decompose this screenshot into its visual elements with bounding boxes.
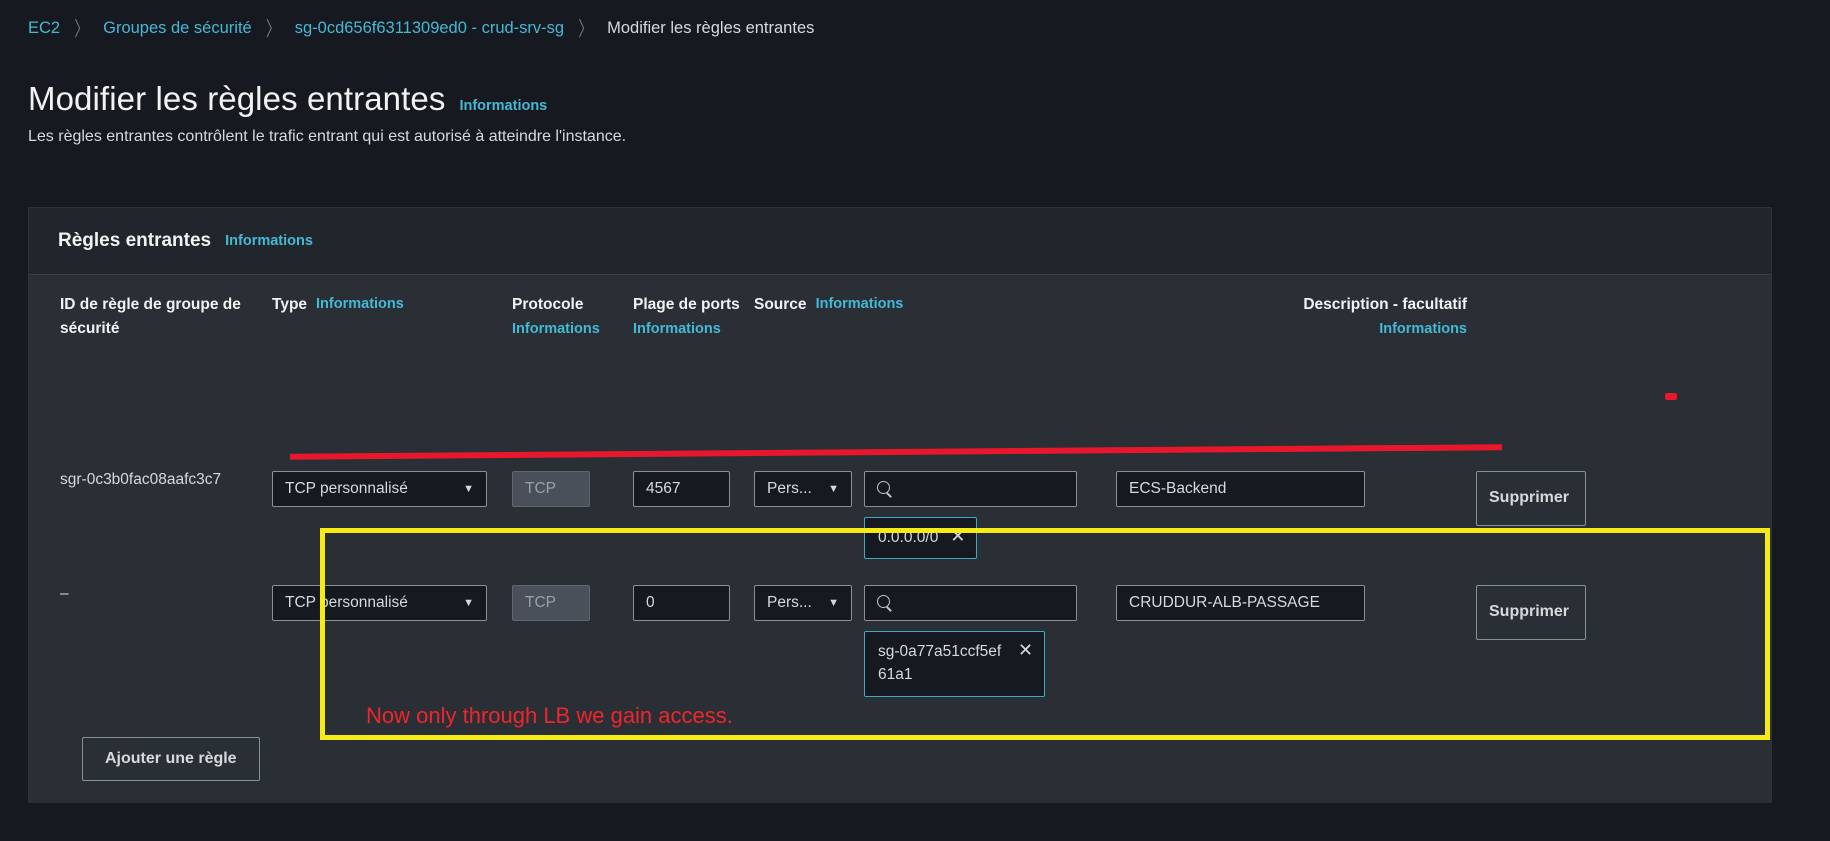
chevron-right-icon: 〉 [578,18,594,42]
panel-info-link[interactable]: Informations [225,233,313,249]
column-header-rule-id: ID de règle de groupe de sécurité [60,296,241,338]
chevron-down-icon: ▼ [828,597,839,609]
source-token-label: sg-0a77a51ccf5ef61a1 [878,643,1002,684]
column-header-source: Source Informations [754,293,1116,341]
breadcrumb-item-current: Modifier les règles entrantes [607,19,815,37]
page-info-link[interactable]: Informations [459,98,547,114]
type-select[interactable]: TCP personnalisé ▼ [272,585,487,621]
delete-cell: Supprimer [1476,585,1591,697]
rules-table: ID de règle de groupe de sécurité Type I… [29,275,1771,803]
table-row: sgr-0c3b0fac08aafc3c7 TCP personnalisé ▼… [29,471,1591,560]
chevron-down-icon: ▼ [463,483,474,495]
type-select[interactable]: TCP personnalisé ▼ [272,471,487,507]
search-icon [877,594,894,612]
type-select-value: TCP personnalisé [285,594,408,611]
source-search-input[interactable] [864,585,1077,621]
note-annotation: Now only through LB we gain access. [366,703,733,728]
page-title: Modifier les règles entrantes [28,80,446,117]
chevron-right-icon: 〉 [74,18,90,42]
page-subtitle: Les règles entrantes contrôlent le trafi… [28,128,627,145]
column-header-description-label: Description - facultatif [1303,296,1467,313]
source-type-value: Pers... [767,480,812,497]
inbound-rules-panel: Règles entrantes Informations ID de règl… [28,207,1772,803]
source-token[interactable]: sg-0a77a51ccf5ef61a1 ✕ [864,631,1046,697]
red-mark-annotation [1665,393,1677,400]
chevron-down-icon: ▼ [828,483,839,495]
page-root: EC2 〉 Groupes de sécurité 〉 sg-0cd656f63… [0,0,1830,841]
table-header-row: ID de règle de groupe de sécurité Type I… [29,275,1771,341]
type-select-value: TCP personnalisé [285,480,408,497]
source-token-label: 0.0.0.0/0 [878,529,939,546]
port-range-input[interactable]: 4567 [633,471,730,507]
rule-id-value: – [60,585,69,602]
type-cell: TCP personnalisé ▼ [272,471,512,559]
description-cell: CRUDDUR-ALB-PASSAGE [1116,585,1476,697]
source-type-value: Pers... [767,594,812,611]
chevron-right-icon: 〉 [265,18,281,42]
port-range-cell: 0 [633,585,754,697]
chevron-down-icon: ▼ [463,597,474,609]
panel-header: Règles entrantes Informations [29,208,1771,275]
delete-rule-button[interactable]: Supprimer [1476,585,1586,640]
column-header-type-label: Type [272,296,308,313]
protocol-cell: TCP [512,471,633,559]
breadcrumb: EC2 〉 Groupes de sécurité 〉 sg-0cd656f63… [28,18,815,41]
description-info-link[interactable]: Informations [1379,321,1467,337]
rule-id-value: sgr-0c3b0fac08aafc3c7 [60,471,222,488]
source-type-select[interactable]: Pers... ▼ [754,471,852,507]
port-range-cell: 4567 [633,471,754,559]
source-token[interactable]: 0.0.0.0/0 ✕ [864,517,978,560]
port-range-input[interactable]: 0 [633,585,730,621]
panel-title: Règles entrantes [58,230,212,251]
source-info-link[interactable]: Informations [816,293,904,341]
page-title-row: Modifier les règles entrantes Informatio… [28,80,547,118]
column-header-source-label: Source [754,296,807,313]
source-cell: Pers... ▼ 0.0.0.0/0 ✕ [754,471,1116,560]
column-header-port-label: Plage de ports [633,296,740,313]
column-header-protocol-label: Protocole [512,296,584,313]
column-header-type: Type Informations [272,293,512,341]
column-header-port-range: Plage de ports Informations [633,293,754,341]
description-cell: ECS-Backend [1116,471,1476,559]
search-icon [877,480,894,498]
table-row: – TCP personnalisé ▼ TCP 0 Pers... ▼ sg-… [29,585,1591,697]
breadcrumb-item-security-groups[interactable]: Groupes de sécurité [103,19,252,38]
protocol-info-link[interactable]: Informations [512,321,600,337]
type-info-link[interactable]: Informations [316,293,404,341]
source-type-select[interactable]: Pers... ▼ [754,585,852,621]
source-search-input[interactable] [864,471,1077,507]
type-cell: TCP personnalisé ▼ [272,585,512,697]
breadcrumb-item-group-id[interactable]: sg-0cd656f6311309ed0 - crud-srv-sg [295,19,564,38]
protocol-field: TCP [512,585,590,621]
delete-cell: Supprimer [1476,471,1591,559]
protocol-field: TCP [512,471,590,507]
breadcrumb-item-ec2[interactable]: EC2 [28,19,60,38]
source-cell: Pers... ▼ sg-0a77a51ccf5ef61a1 ✕ [754,585,1116,697]
port-info-link[interactable]: Informations [633,321,721,337]
column-header-protocol: Protocole Informations [512,293,633,341]
delete-rule-button[interactable]: Supprimer [1476,471,1586,526]
close-icon[interactable]: ✕ [1018,641,1033,659]
description-input[interactable]: CRUDDUR-ALB-PASSAGE [1116,585,1365,621]
protocol-cell: TCP [512,585,633,697]
close-icon[interactable]: ✕ [950,527,965,545]
add-rule-button[interactable]: Ajouter une règle [82,737,260,781]
column-header-description: Description - facultatif Informations [1116,293,1476,341]
description-input[interactable]: ECS-Backend [1116,471,1365,507]
